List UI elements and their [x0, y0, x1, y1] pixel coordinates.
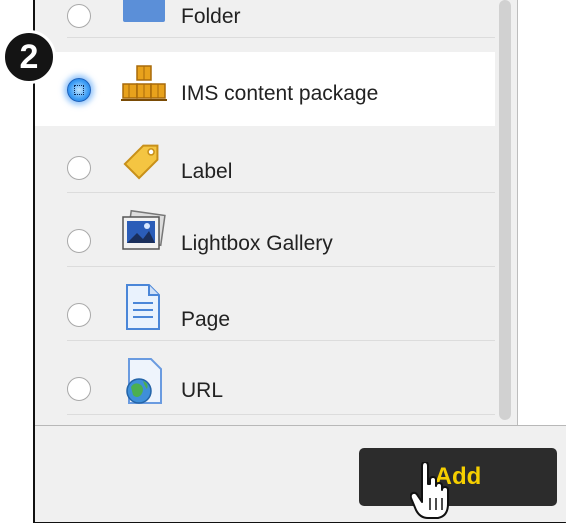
activity-label: Lightbox Gallery — [181, 232, 333, 255]
url-globe-icon — [119, 357, 169, 405]
activity-option-label[interactable]: Label — [35, 119, 495, 193]
folder-icon — [119, 0, 169, 32]
activity-label: URL — [181, 379, 224, 402]
activity-option-url[interactable]: URL — [35, 341, 495, 415]
activity-label: Page — [181, 308, 231, 331]
activity-chooser-dialog: Folder IMS content package Label Lightbo… — [33, 0, 568, 523]
hand-pointer-cursor-icon — [409, 461, 450, 524]
dialog-footer: Add — [35, 425, 566, 522]
radio-label[interactable] — [67, 156, 91, 180]
photo-gallery-icon — [119, 209, 169, 257]
activity-label: IMS content package — [181, 82, 379, 105]
radio-url[interactable] — [67, 377, 91, 401]
activity-label: Label — [181, 160, 233, 183]
activity-option-ims-content-package[interactable]: IMS content package — [35, 52, 495, 126]
list-scrollbar[interactable] — [495, 0, 517, 425]
activity-option-lightbox-gallery[interactable]: Lightbox Gallery — [35, 193, 495, 267]
radio-ims-content-package[interactable] — [67, 78, 91, 102]
page-document-icon — [119, 283, 169, 331]
activity-option-folder[interactable]: Folder — [35, 0, 495, 38]
radio-page[interactable] — [67, 303, 91, 327]
radio-folder[interactable] — [67, 4, 91, 28]
activity-label: Folder — [181, 5, 241, 28]
radio-lightbox-gallery[interactable] — [67, 229, 91, 253]
activity-option-page[interactable]: Page — [35, 267, 495, 341]
scrollbar-thumb[interactable] — [499, 0, 511, 420]
activity-list: Folder IMS content package Label Lightbo… — [35, 0, 495, 425]
step-number-badge: 2 — [2, 30, 56, 84]
package-boxes-icon — [119, 62, 169, 110]
add-button[interactable]: Add — [359, 448, 557, 506]
description-pane — [517, 0, 568, 425]
tag-icon — [119, 135, 169, 183]
